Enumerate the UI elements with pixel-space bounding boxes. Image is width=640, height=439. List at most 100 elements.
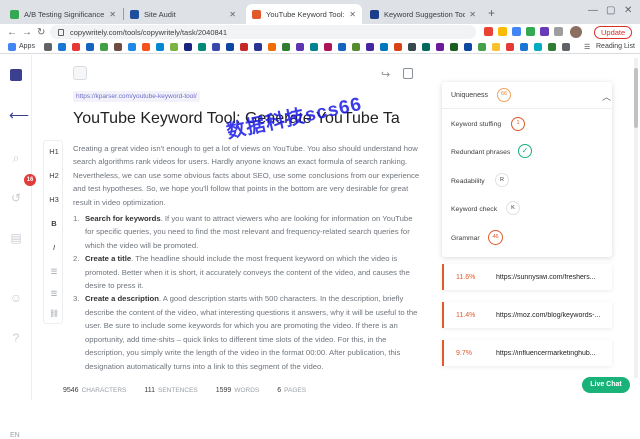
italic-button[interactable]: I xyxy=(44,243,64,252)
bookmark-icon[interactable] xyxy=(142,43,150,51)
avatar[interactable] xyxy=(570,26,582,38)
bookmark-icon[interactable] xyxy=(184,43,192,51)
extension-icon[interactable] xyxy=(526,27,535,36)
bookmark-icon[interactable] xyxy=(226,43,234,51)
documents-icon[interactable]: ▤ xyxy=(9,231,23,245)
bookmark-icon[interactable] xyxy=(240,43,248,51)
bookmark-icon[interactable] xyxy=(562,43,570,51)
new-tab-icon[interactable]: + xyxy=(488,6,495,20)
tab-site-audit[interactable]: Site Audit ✕ xyxy=(124,4,242,24)
result-row[interactable]: 11.4% https://moz.com/blog/keywords-... xyxy=(442,302,612,328)
uniqueness-header[interactable]: Uniqueness 66 ︿ xyxy=(442,82,612,109)
update-button[interactable]: Update xyxy=(594,26,633,39)
window-close-icon[interactable]: ✕ xyxy=(624,5,632,16)
text-editor[interactable]: ↪ https://kparser.com/youtube-keyword-to… xyxy=(73,60,423,378)
live-chat-button[interactable]: Live Chat xyxy=(582,377,630,393)
bookmark-icon[interactable] xyxy=(72,43,80,51)
grammar-label[interactable]: Grammar xyxy=(451,235,480,242)
bookmark-icon[interactable] xyxy=(58,43,66,51)
extension-icon[interactable] xyxy=(484,27,493,36)
bookmark-icon[interactable] xyxy=(128,43,136,51)
puzzle-icon[interactable] xyxy=(554,27,563,36)
extension-icon[interactable] xyxy=(512,27,521,36)
copy-icon[interactable] xyxy=(403,68,413,79)
user-icon[interactable]: ☺ xyxy=(9,291,23,305)
bookmark-apps[interactable]: Apps xyxy=(19,43,35,50)
document-icon[interactable] xyxy=(73,66,87,80)
bookmark-icon[interactable] xyxy=(464,43,472,51)
bookmark-icon[interactable] xyxy=(114,43,122,51)
notification-badge[interactable]: 16 xyxy=(24,174,36,186)
reload-icon[interactable]: ↻ xyxy=(37,27,45,38)
reading-list-link[interactable]: Reading List xyxy=(596,43,635,50)
heading3-button[interactable]: H3 xyxy=(44,195,64,204)
match-url[interactable]: https://influencermarketinghub... xyxy=(496,350,596,357)
bookmark-icon[interactable] xyxy=(478,43,486,51)
match-url[interactable]: https://sunnysiwi.com/freshers... xyxy=(496,274,596,281)
document-body[interactable]: Creating a great video isn't enough to g… xyxy=(73,142,421,373)
bookmark-icon[interactable] xyxy=(296,43,304,51)
keyword-stuffing-label[interactable]: Keyword stuffing xyxy=(451,121,501,128)
tab-youtube-keyword-tool[interactable]: YouTube Keyword Tool: Genera ✕ xyxy=(246,4,362,24)
redundant-phrases-label[interactable]: Redundant phrases xyxy=(451,149,510,156)
bookmark-icon[interactable] xyxy=(548,43,556,51)
chevron-up-icon[interactable]: ︿ xyxy=(602,90,611,103)
scrollbar-thumb[interactable] xyxy=(634,68,638,128)
bookmark-icon[interactable] xyxy=(408,43,416,51)
ordered-list-icon[interactable]: ☰ xyxy=(44,267,64,276)
bookmark-icon[interactable] xyxy=(366,43,374,51)
source-url[interactable]: https://kparser.com/youtube-keyword-tool… xyxy=(73,91,200,102)
result-row[interactable]: 9.7% https://influencermarketinghub... xyxy=(442,340,612,366)
bookmark-icon[interactable] xyxy=(86,43,94,51)
bookmark-icon[interactable] xyxy=(506,43,514,51)
document-title[interactable]: YouTube Keyword Tool: Generate YouTube T… xyxy=(73,110,423,128)
bookmark-icon[interactable] xyxy=(492,43,500,51)
bookmark-icon[interactable] xyxy=(198,43,206,51)
bookmark-icon[interactable] xyxy=(44,43,52,51)
bookmark-icon[interactable] xyxy=(534,43,542,51)
maximize-icon[interactable]: ▢ xyxy=(606,5,615,16)
close-icon[interactable]: ✕ xyxy=(469,10,476,19)
bookmark-icon[interactable] xyxy=(156,43,164,51)
bookmark-icon[interactable] xyxy=(100,43,108,51)
link-icon[interactable]: ⛓ xyxy=(44,309,64,318)
bookmark-icon[interactable] xyxy=(520,43,528,51)
bookmark-icon[interactable] xyxy=(436,43,444,51)
close-icon[interactable]: ✕ xyxy=(109,10,116,19)
readability-label[interactable]: Readability xyxy=(451,178,485,185)
result-row[interactable]: 11.6% https://sunnysiwi.com/freshers... xyxy=(442,264,612,290)
bookmark-icon[interactable] xyxy=(338,43,346,51)
extension-icon[interactable] xyxy=(540,27,549,36)
minimize-icon[interactable]: — xyxy=(588,5,598,16)
bookmark-icon[interactable] xyxy=(450,43,458,51)
keyword-check-label[interactable]: Keyword check xyxy=(451,206,497,213)
bookmark-icon[interactable] xyxy=(268,43,276,51)
back-icon[interactable]: ← xyxy=(7,27,17,38)
bullet-list-icon[interactable]: ☰ xyxy=(44,289,64,298)
address-bar[interactable]: copywritely.com/tools/copywritely/task/2… xyxy=(50,25,476,39)
share-icon[interactable]: ↪ xyxy=(381,68,390,81)
bookmark-icon[interactable] xyxy=(254,43,262,51)
close-icon[interactable]: ✕ xyxy=(229,10,236,19)
bookmark-icon[interactable] xyxy=(212,43,220,51)
search-icon[interactable]: ⌕ xyxy=(9,151,23,165)
bold-button[interactable]: B xyxy=(44,219,64,228)
bookmark-icon[interactable] xyxy=(324,43,332,51)
bookmark-icon[interactable] xyxy=(310,43,318,51)
scrollbar[interactable] xyxy=(634,58,638,378)
close-icon[interactable]: ✕ xyxy=(349,10,356,19)
apps-icon[interactable] xyxy=(8,43,16,51)
back-arrow-icon[interactable]: ⟵ xyxy=(9,108,29,122)
tab-keyword-suggestion[interactable]: Keyword Suggestion Tool: Keyw ✕ xyxy=(364,4,482,24)
forward-icon[interactable]: → xyxy=(22,27,32,38)
reading-list-icon[interactable]: ☰ xyxy=(584,43,590,51)
bookmark-icon[interactable] xyxy=(394,43,402,51)
bookmark-icon[interactable] xyxy=(352,43,360,51)
bookmark-icon[interactable] xyxy=(380,43,388,51)
heading2-button[interactable]: H2 xyxy=(44,171,64,180)
history-icon[interactable]: ↺ xyxy=(9,191,23,205)
language-selector[interactable]: EN xyxy=(10,432,20,439)
help-icon[interactable]: ? xyxy=(9,331,23,345)
match-url[interactable]: https://moz.com/blog/keywords-... xyxy=(496,312,600,319)
bookmark-icon[interactable] xyxy=(282,43,290,51)
